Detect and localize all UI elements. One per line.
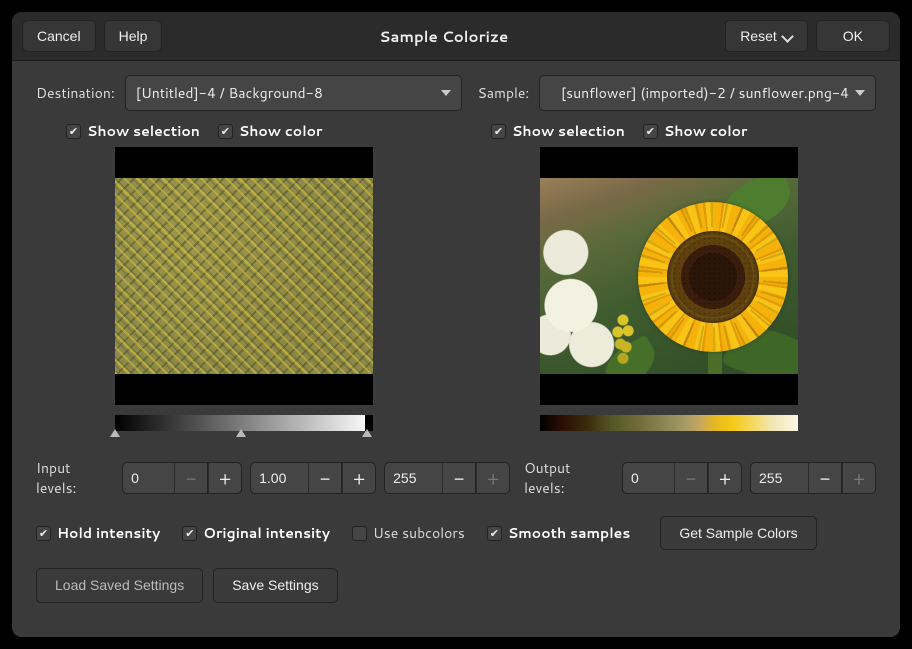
cancel-button[interactable]: Cancel bbox=[22, 20, 96, 52]
checkbox-icon bbox=[352, 526, 367, 541]
help-button[interactable]: Help bbox=[104, 20, 163, 52]
plus-icon[interactable]: + bbox=[342, 462, 376, 494]
minus-icon[interactable]: − bbox=[808, 462, 842, 494]
slider-thumb-low[interactable] bbox=[110, 429, 120, 437]
destination-combo[interactable]: [Untitled]-4 / Background-8 bbox=[125, 75, 462, 111]
sample-gradient[interactable] bbox=[540, 415, 798, 431]
reset-button[interactable]: Reset bbox=[725, 20, 808, 52]
smooth-samples-check[interactable]: Smooth samples bbox=[487, 523, 631, 543]
sample-show-selection-check[interactable]: Show selection bbox=[491, 121, 625, 141]
triangle-down-icon bbox=[441, 90, 451, 96]
sample-gradient-track bbox=[540, 432, 798, 442]
titlebar: Cancel Help Sample Colorize Reset OK bbox=[12, 12, 900, 61]
destination-panel: Show selection Show color bbox=[36, 121, 451, 442]
output-high-spin: − + bbox=[750, 462, 876, 494]
input-high-spin: − + bbox=[384, 462, 510, 494]
checkbox-icon bbox=[487, 526, 502, 541]
hold-intensity-check[interactable]: Hold intensity bbox=[36, 523, 160, 543]
input-levels-slider[interactable] bbox=[115, 432, 373, 442]
reset-label: Reset bbox=[740, 27, 777, 45]
plus-icon[interactable]: + bbox=[476, 462, 510, 494]
original-intensity-label: Original intensity bbox=[203, 523, 330, 543]
levels-row: Input levels: − + − + − + Output levels:… bbox=[36, 458, 876, 498]
sample-show-color-check[interactable]: Show color bbox=[643, 121, 748, 141]
minus-icon[interactable]: − bbox=[442, 462, 476, 494]
use-subcolors-label: Use subcolors bbox=[373, 523, 465, 543]
sample-label: Sample: bbox=[478, 83, 530, 103]
sample-show-color-label: Show color bbox=[664, 121, 748, 141]
destination-label: Destination: bbox=[36, 83, 115, 103]
dest-show-selection-label: Show selection bbox=[87, 121, 200, 141]
options-row: Hold intensity Original intensity Use su… bbox=[36, 516, 876, 550]
input-low-field[interactable] bbox=[122, 462, 174, 494]
plus-icon[interactable]: + bbox=[708, 462, 742, 494]
input-gamma-spin: − + bbox=[250, 462, 376, 494]
slider-thumb-high[interactable] bbox=[362, 429, 372, 437]
chevron-down-icon bbox=[783, 31, 793, 41]
dest-show-selection-check[interactable]: Show selection bbox=[66, 121, 200, 141]
sample-preview[interactable] bbox=[540, 147, 798, 405]
dialog-content: Destination: [Untitled]-4 / Background-8… bbox=[12, 61, 900, 637]
slider-thumb-gamma[interactable] bbox=[236, 429, 246, 437]
destination-preview[interactable] bbox=[115, 147, 373, 405]
smooth-samples-label: Smooth samples bbox=[508, 523, 631, 543]
load-settings-button[interactable]: Load Saved Settings bbox=[36, 568, 203, 602]
checkbox-icon bbox=[218, 124, 233, 139]
combo-row: Destination: [Untitled]-4 / Background-8… bbox=[36, 75, 876, 111]
bottom-row: Load Saved Settings Save Settings bbox=[36, 568, 876, 602]
minus-icon[interactable]: − bbox=[308, 462, 342, 494]
dest-show-color-label: Show color bbox=[239, 121, 323, 141]
output-levels-label: Output levels: bbox=[524, 458, 614, 498]
minus-icon[interactable]: − bbox=[674, 462, 708, 494]
checkbox-icon bbox=[643, 124, 658, 139]
minus-icon[interactable]: − bbox=[174, 462, 208, 494]
original-intensity-check[interactable]: Original intensity bbox=[182, 523, 330, 543]
preview-panels: Show selection Show color bbox=[36, 121, 876, 442]
destination-image bbox=[115, 178, 373, 374]
dialog-window: Cancel Help Sample Colorize Reset OK Des… bbox=[12, 12, 900, 637]
hold-intensity-label: Hold intensity bbox=[57, 523, 160, 543]
get-sample-colors-button[interactable]: Get Sample Colors bbox=[660, 516, 816, 550]
ok-button[interactable]: OK bbox=[816, 20, 890, 52]
destination-combo-text: [Untitled]-4 / Background-8 bbox=[136, 83, 323, 103]
sample-combo-text: [sunflower] (imported)-2 / sunflower.png… bbox=[550, 83, 855, 103]
sample-combo[interactable]: [sunflower] (imported)-2 / sunflower.png… bbox=[539, 75, 876, 111]
checkbox-icon bbox=[491, 124, 506, 139]
input-gamma-field[interactable] bbox=[250, 462, 308, 494]
dialog-title: Sample Colorize bbox=[162, 26, 725, 47]
sample-show-selection-label: Show selection bbox=[512, 121, 625, 141]
sample-image bbox=[540, 178, 798, 374]
input-levels-label: Input levels: bbox=[36, 458, 114, 498]
dest-show-color-check[interactable]: Show color bbox=[218, 121, 323, 141]
checkbox-icon bbox=[66, 124, 81, 139]
sample-panel: Show selection Show color bbox=[461, 121, 876, 442]
input-high-field[interactable] bbox=[384, 462, 442, 494]
use-subcolors-check[interactable]: Use subcolors bbox=[352, 523, 465, 543]
input-low-spin: − + bbox=[122, 462, 242, 494]
plus-icon[interactable]: + bbox=[208, 462, 242, 494]
checkbox-icon bbox=[182, 526, 197, 541]
triangle-down-icon bbox=[855, 90, 865, 96]
output-low-field[interactable] bbox=[622, 462, 674, 494]
plus-icon[interactable]: + bbox=[842, 462, 876, 494]
save-settings-button[interactable]: Save Settings bbox=[213, 568, 337, 602]
checkbox-icon bbox=[36, 526, 51, 541]
output-low-spin: − + bbox=[622, 462, 742, 494]
output-high-field[interactable] bbox=[750, 462, 808, 494]
